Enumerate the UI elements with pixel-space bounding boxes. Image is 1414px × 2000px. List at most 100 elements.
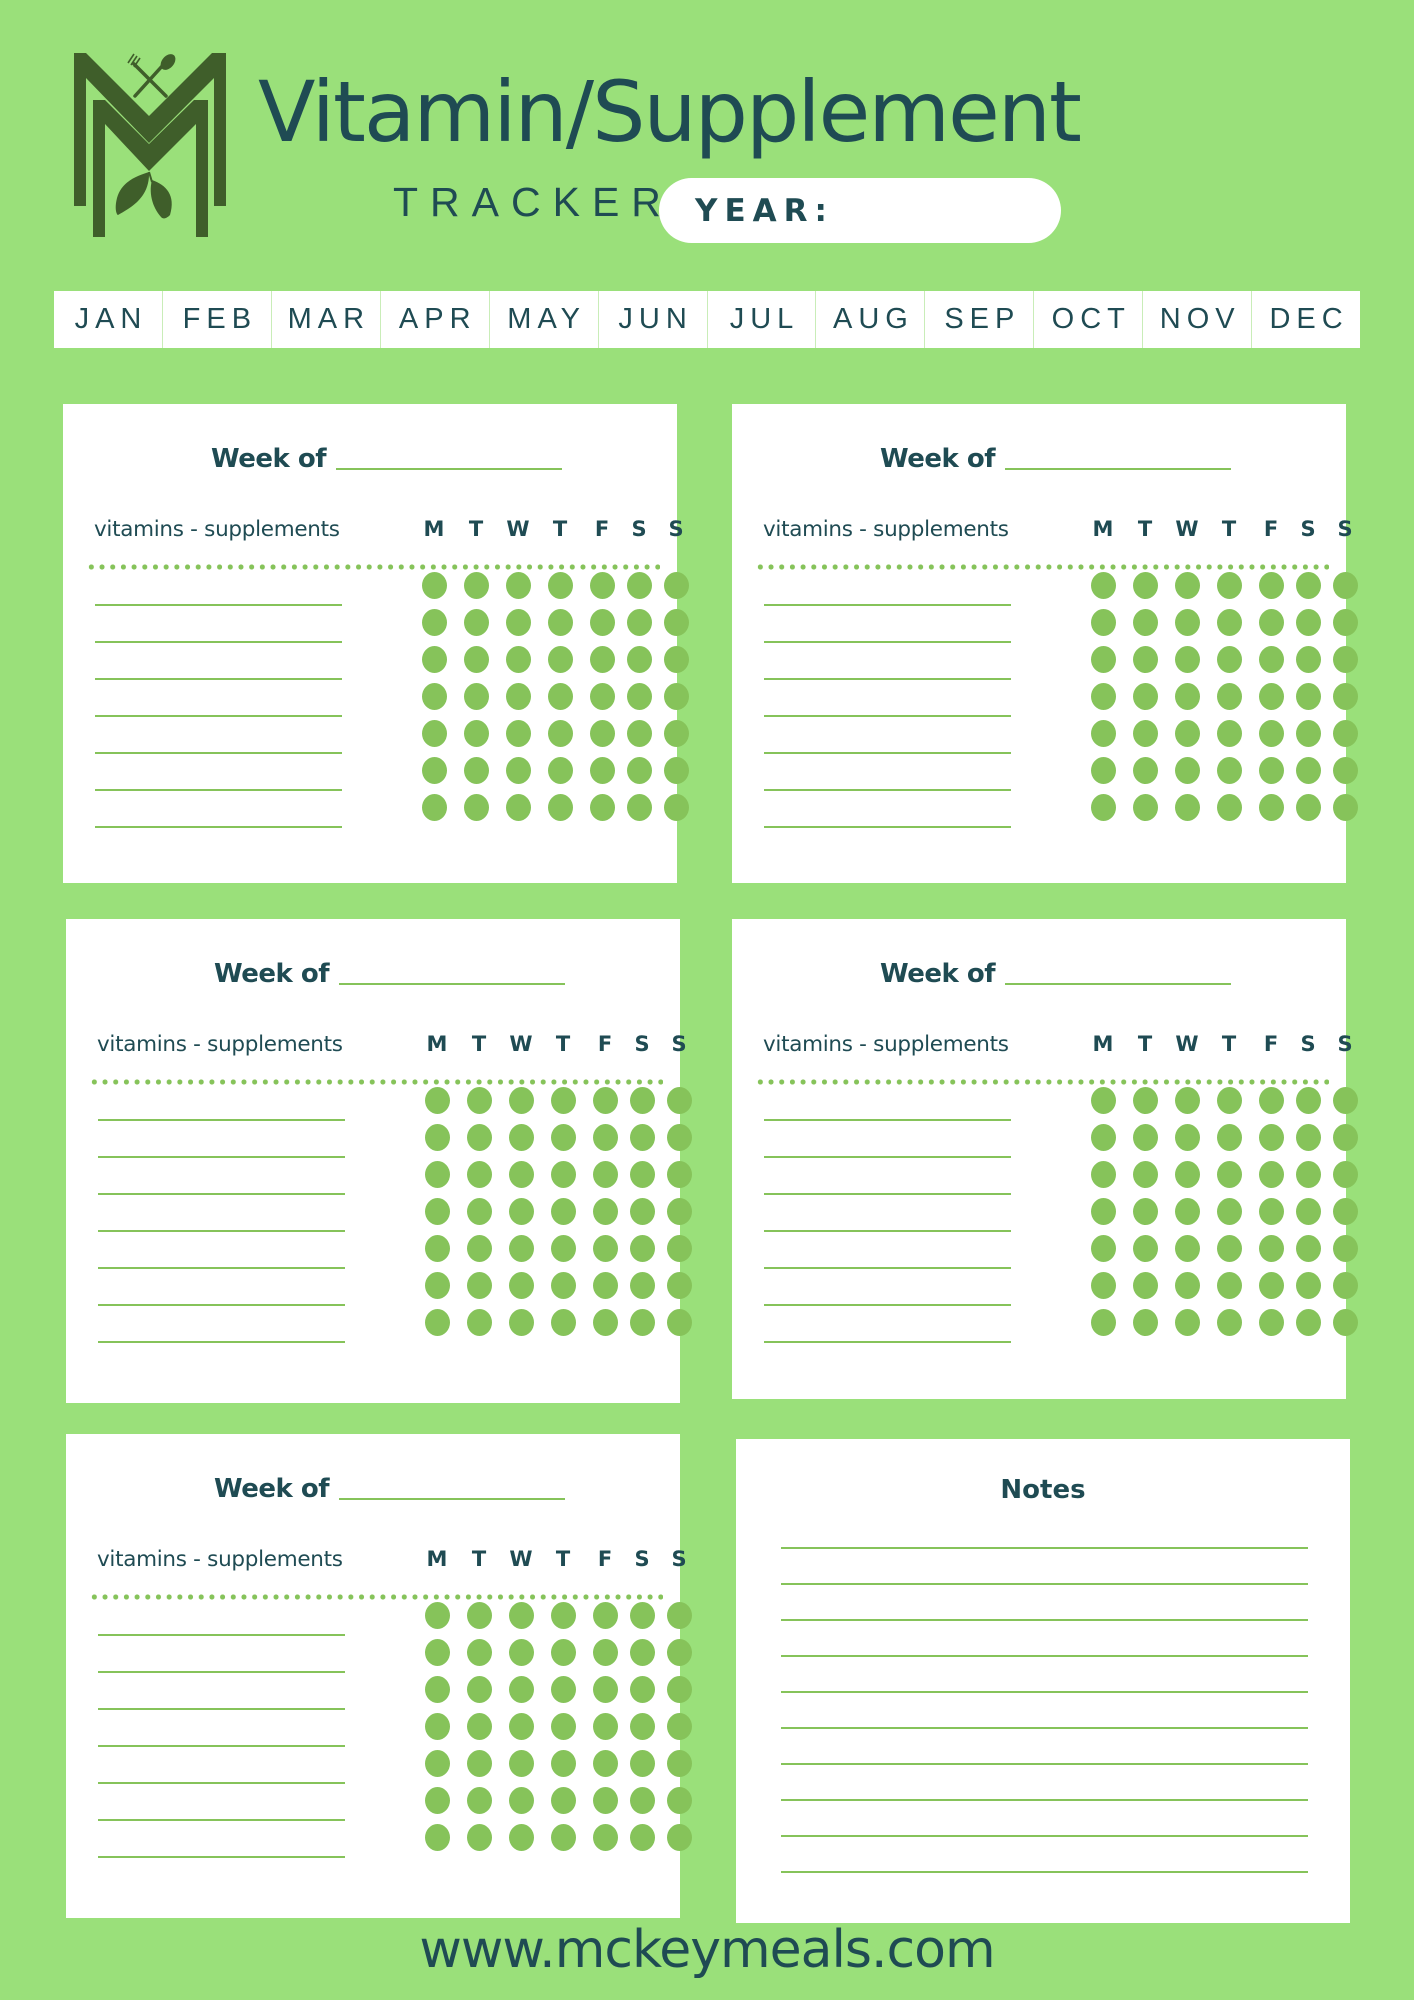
day-checkbox[interactable]: [467, 1124, 492, 1151]
day-checkbox[interactable]: [1296, 1309, 1321, 1336]
day-checkbox[interactable]: [1175, 1309, 1200, 1336]
day-checkbox[interactable]: [1133, 1235, 1158, 1262]
day-checkbox[interactable]: [590, 794, 615, 821]
day-checkbox[interactable]: [590, 757, 615, 784]
day-checkbox[interactable]: [593, 1161, 618, 1188]
supplement-name-input[interactable]: [98, 1290, 345, 1306]
week-of-input[interactable]: [339, 1472, 566, 1500]
day-checkbox[interactable]: [551, 1272, 576, 1299]
day-checkbox[interactable]: [509, 1639, 534, 1666]
day-checkbox[interactable]: [1091, 720, 1116, 747]
day-checkbox[interactable]: [467, 1309, 492, 1336]
notes-line[interactable]: [781, 1691, 1308, 1693]
supplement-name-input[interactable]: [764, 1253, 1011, 1269]
supplement-name-input[interactable]: [98, 1142, 345, 1158]
day-checkbox[interactable]: [593, 1124, 618, 1151]
day-checkbox[interactable]: [1217, 794, 1242, 821]
day-checkbox[interactable]: [1133, 1087, 1158, 1114]
day-checkbox[interactable]: [506, 757, 531, 784]
day-checkbox[interactable]: [630, 1235, 655, 1262]
day-checkbox[interactable]: [506, 572, 531, 599]
day-checkbox[interactable]: [422, 572, 447, 599]
supplement-name-input[interactable]: [764, 1179, 1011, 1195]
month-feb[interactable]: FEB: [163, 291, 272, 348]
day-checkbox[interactable]: [1259, 794, 1284, 821]
day-checkbox[interactable]: [464, 572, 489, 599]
day-checkbox[interactable]: [551, 1309, 576, 1336]
day-checkbox[interactable]: [509, 1087, 534, 1114]
year-field[interactable]: YEAR:: [659, 178, 1061, 243]
supplement-name-input[interactable]: [98, 1694, 345, 1710]
day-checkbox[interactable]: [464, 757, 489, 784]
day-checkbox[interactable]: [467, 1639, 492, 1666]
day-checkbox[interactable]: [1133, 683, 1158, 710]
day-checkbox[interactable]: [1217, 609, 1242, 636]
day-checkbox[interactable]: [667, 1272, 692, 1299]
day-checkbox[interactable]: [664, 720, 689, 747]
day-checkbox[interactable]: [1091, 1124, 1116, 1151]
day-checkbox[interactable]: [1259, 1309, 1284, 1336]
day-checkbox[interactable]: [1175, 609, 1200, 636]
day-checkbox[interactable]: [509, 1787, 534, 1814]
supplement-name-input[interactable]: [98, 1216, 345, 1232]
month-jul[interactable]: JUL: [708, 291, 817, 348]
day-checkbox[interactable]: [1217, 757, 1242, 784]
day-checkbox[interactable]: [1217, 1272, 1242, 1299]
month-jan[interactable]: JAN: [54, 291, 163, 348]
day-checkbox[interactable]: [1296, 794, 1321, 821]
day-checkbox[interactable]: [1091, 1161, 1116, 1188]
day-checkbox[interactable]: [630, 1161, 655, 1188]
supplement-name-input[interactable]: [95, 701, 342, 717]
day-checkbox[interactable]: [1217, 683, 1242, 710]
day-checkbox[interactable]: [1333, 1087, 1358, 1114]
day-checkbox[interactable]: [667, 1639, 692, 1666]
day-checkbox[interactable]: [627, 572, 652, 599]
day-checkbox[interactable]: [1259, 609, 1284, 636]
day-checkbox[interactable]: [1259, 1161, 1284, 1188]
day-checkbox[interactable]: [1259, 1272, 1284, 1299]
day-checkbox[interactable]: [1175, 646, 1200, 673]
day-checkbox[interactable]: [1133, 609, 1158, 636]
day-checkbox[interactable]: [425, 1124, 450, 1151]
day-checkbox[interactable]: [509, 1713, 534, 1740]
day-checkbox[interactable]: [630, 1198, 655, 1225]
day-checkbox[interactable]: [551, 1235, 576, 1262]
day-checkbox[interactable]: [1091, 757, 1116, 784]
day-checkbox[interactable]: [422, 683, 447, 710]
day-checkbox[interactable]: [1259, 683, 1284, 710]
day-checkbox[interactable]: [1259, 572, 1284, 599]
day-checkbox[interactable]: [1091, 794, 1116, 821]
day-checkbox[interactable]: [464, 720, 489, 747]
day-checkbox[interactable]: [1333, 720, 1358, 747]
day-checkbox[interactable]: [551, 1198, 576, 1225]
notes-line[interactable]: [781, 1835, 1308, 1837]
day-checkbox[interactable]: [593, 1713, 618, 1740]
supplement-name-input[interactable]: [98, 1842, 345, 1858]
day-checkbox[interactable]: [1296, 1124, 1321, 1151]
day-checkbox[interactable]: [1175, 683, 1200, 710]
day-checkbox[interactable]: [593, 1272, 618, 1299]
day-checkbox[interactable]: [506, 609, 531, 636]
notes-line[interactable]: [781, 1655, 1308, 1657]
day-checkbox[interactable]: [1091, 683, 1116, 710]
day-checkbox[interactable]: [551, 1602, 576, 1629]
day-checkbox[interactable]: [425, 1676, 450, 1703]
day-checkbox[interactable]: [548, 609, 573, 636]
day-checkbox[interactable]: [1333, 572, 1358, 599]
day-checkbox[interactable]: [1091, 1309, 1116, 1336]
supplement-name-input[interactable]: [764, 701, 1011, 717]
day-checkbox[interactable]: [630, 1309, 655, 1336]
day-checkbox[interactable]: [1175, 1124, 1200, 1151]
day-checkbox[interactable]: [467, 1676, 492, 1703]
day-checkbox[interactable]: [630, 1124, 655, 1151]
day-checkbox[interactable]: [667, 1824, 692, 1851]
supplement-name-input[interactable]: [95, 775, 342, 791]
day-checkbox[interactable]: [1175, 720, 1200, 747]
day-checkbox[interactable]: [1217, 1309, 1242, 1336]
day-checkbox[interactable]: [425, 1235, 450, 1262]
day-checkbox[interactable]: [1296, 757, 1321, 784]
day-checkbox[interactable]: [1259, 1124, 1284, 1151]
day-checkbox[interactable]: [593, 1235, 618, 1262]
year-input[interactable]: [841, 193, 1046, 228]
supplement-name-input[interactable]: [764, 738, 1011, 754]
